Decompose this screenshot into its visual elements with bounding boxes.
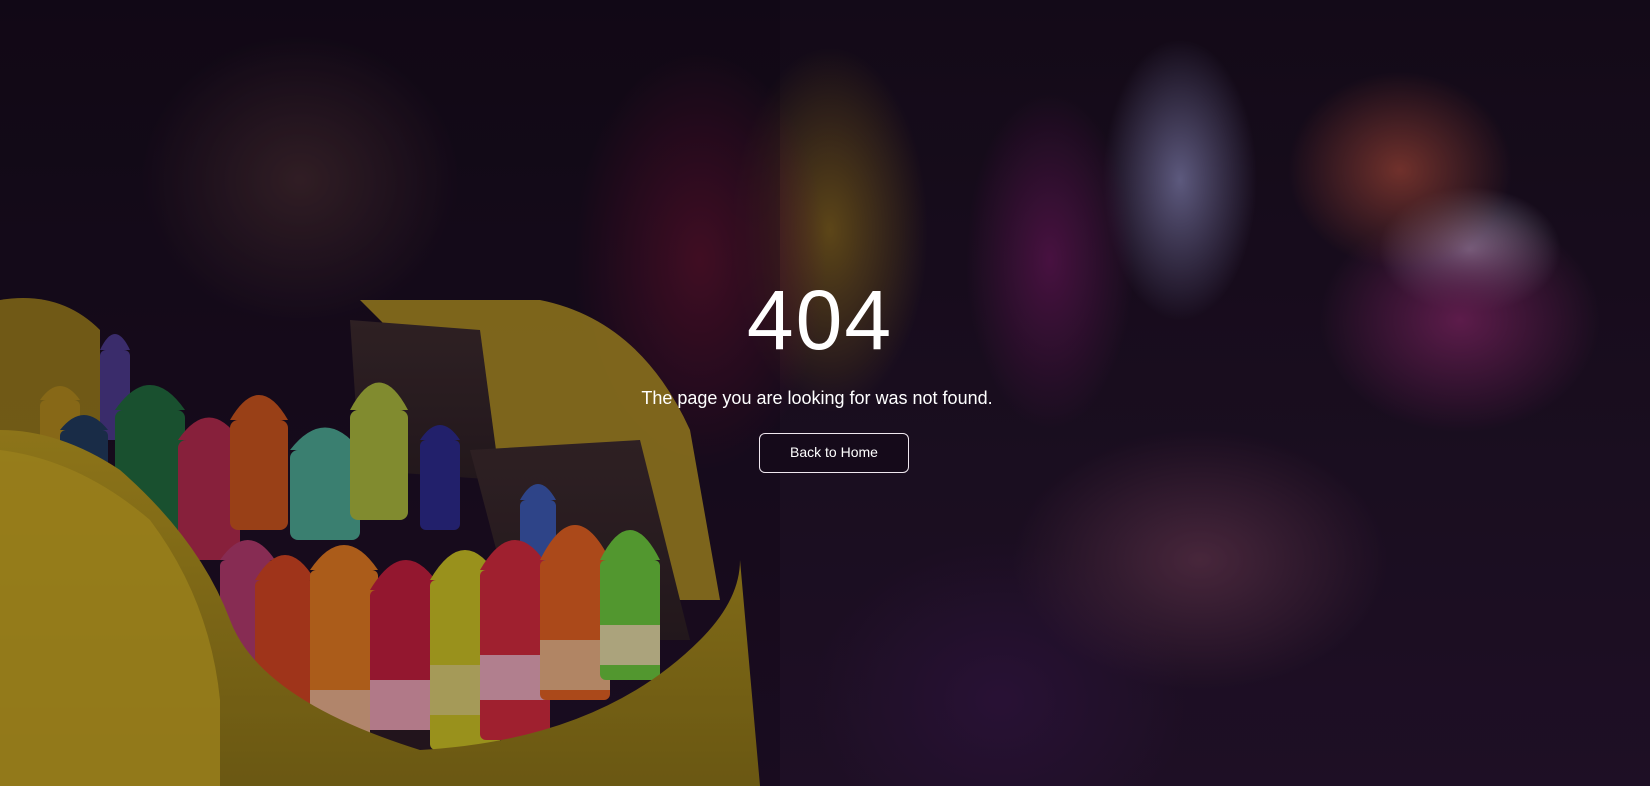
hero-section: 404 The page you are looking for was not… <box>0 0 1650 786</box>
back-to-home-button[interactable]: Back to Home <box>759 433 909 473</box>
error-message: The page you are looking for was not fou… <box>641 388 993 408</box>
error-code: 404 <box>746 273 894 367</box>
error-content: 404 The page you are looking for was not… <box>0 0 1650 786</box>
